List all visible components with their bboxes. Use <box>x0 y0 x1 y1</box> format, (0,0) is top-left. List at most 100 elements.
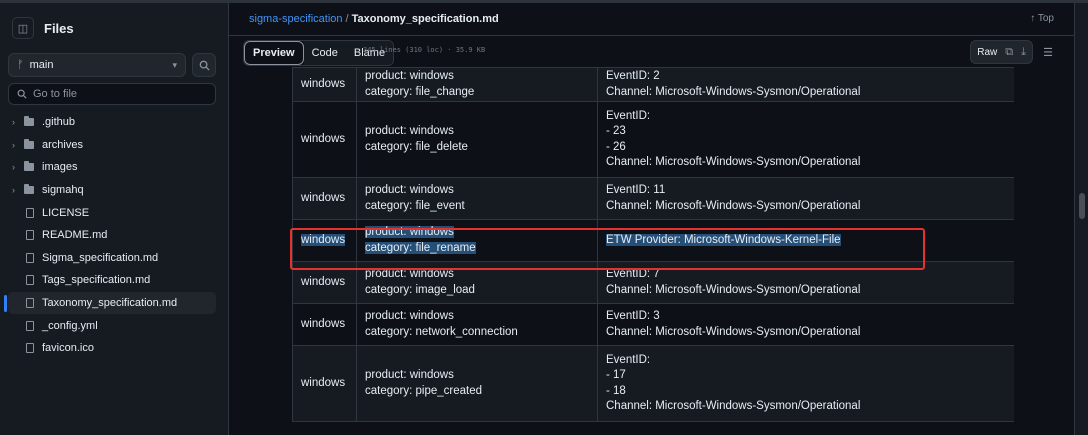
tree-file[interactable]: _config.yml <box>8 314 216 337</box>
product-cell: windows <box>292 345 357 422</box>
event-line: Channel: Microsoft-Windows-Sysmon/Operat… <box>606 156 861 168</box>
tab-preview[interactable]: Preview <box>244 41 304 65</box>
event-cell: EventID: - 17 - 18 Channel: Microsoft-Windo… <box>597 345 1014 422</box>
tree-folder[interactable]: › .github <box>8 111 216 134</box>
product-text: windows <box>301 233 346 246</box>
logsource-line: category: file_change <box>365 85 475 98</box>
event-line: EventID: 3 <box>606 310 660 322</box>
raw-actions-group: Raw ⧉ ⤓ <box>970 40 1033 64</box>
chevron-down-icon: ▾ <box>172 59 177 70</box>
file-icon <box>26 275 34 286</box>
product-cell: windows <box>292 101 357 178</box>
taxonomy-table-container: windows product: windows category: file_ch… <box>292 67 1014 435</box>
event-cell: EventID: - 23 - 26 Channel: Microsoft-Windo… <box>597 101 1014 178</box>
raw-button[interactable]: Raw <box>977 47 997 58</box>
logsource-cell: product: windows category: file_rename <box>356 219 598 262</box>
taxonomy-table: windows product: windows category: file_ch… <box>292 67 1014 422</box>
tree-item-label: Sigma_specification.md <box>42 251 159 264</box>
tree-file[interactable]: Tags_specification.md <box>8 269 216 292</box>
logsource-cell: product: windows category: network_connec… <box>356 303 598 346</box>
tree-item-label: archives <box>42 138 83 151</box>
logsource-cell: product: windows category: pipe_created <box>356 345 598 422</box>
table-row: windows product: windows category: image_l… <box>292 261 1014 304</box>
outline-icon[interactable]: ☰ <box>1037 41 1059 63</box>
event-line: EventID: <box>606 353 651 366</box>
search-button[interactable] <box>192 53 216 77</box>
tree-file[interactable]: README.md <box>8 224 216 247</box>
file-icon <box>26 298 34 309</box>
sidebar-title: Files <box>44 20 74 36</box>
top-link[interactable]: ↑ Top <box>1030 13 1054 24</box>
go-to-file-field[interactable] <box>8 83 216 105</box>
tree-folder[interactable]: › sigmahq <box>8 179 216 202</box>
chevron-right-icon[interactable]: › <box>12 162 24 172</box>
branch-selector[interactable]: ᚠ main ▾ <box>8 53 186 77</box>
download-icon[interactable]: ⤓ <box>1021 46 1026 59</box>
logsource-line: product: windows <box>365 310 454 322</box>
breadcrumb-repo-link[interactable]: sigma-specification <box>249 13 343 25</box>
event-line: EventID: <box>606 109 651 122</box>
scrollbar-thumb[interactable] <box>1079 193 1085 219</box>
file-tree: › .github › archives › images › sigmahq LICENSE R… <box>4 111 216 360</box>
logsource-line: category: file_delete <box>365 140 468 153</box>
tree-folder[interactable]: › archives <box>8 134 216 157</box>
logsource-cell: product: windows category: image_load <box>356 261 598 304</box>
breadcrumb-separator: / <box>345 13 349 25</box>
file-tree-sidebar: ◫ Files ᚠ main ▾ › .github › archives › image… <box>0 3 229 435</box>
tree-item-label: .github <box>42 116 76 129</box>
product-text: windows <box>301 132 346 145</box>
product-text: windows <box>301 376 346 389</box>
copy-icon[interactable]: ⧉ <box>1005 46 1013 59</box>
tree-file[interactable]: LICENSE <box>8 201 216 224</box>
event-line: Channel: Microsoft-Windows-Sysmon/Operat… <box>606 199 861 212</box>
event-cell: EventID: 3 Channel: Microsoft-Windows-Sys… <box>597 303 1014 346</box>
table-row: windows product: windows category: file_ev… <box>292 177 1014 220</box>
tree-file[interactable]: Sigma_specification.md <box>8 247 216 270</box>
folder-icon <box>24 116 34 127</box>
branch-row: ᚠ main ▾ <box>8 53 216 79</box>
logsource-line: product: windows <box>365 268 454 280</box>
tree-item-label: LICENSE <box>42 206 90 219</box>
product-text: windows <box>301 77 346 90</box>
chevron-right-icon[interactable]: › <box>12 185 24 195</box>
product-text: windows <box>301 191 346 204</box>
product-cell: windows <box>292 177 357 220</box>
product-cell: windows <box>292 67 357 102</box>
file-icon <box>26 207 34 218</box>
folder-icon <box>24 161 34 172</box>
folder-icon <box>24 138 34 149</box>
product-cell: windows <box>292 303 357 346</box>
event-cell: EventID: 11 Channel: Microsoft-Windows-Sy… <box>597 177 1014 220</box>
page-scrollbar[interactable] <box>1074 3 1088 435</box>
collapse-sidebar-icon[interactable]: ◫ <box>12 17 34 39</box>
logsource-line: product: windows <box>365 369 454 381</box>
logsource-line: product: windows <box>365 125 454 137</box>
git-branch-icon: ᚠ <box>17 59 24 71</box>
tree-item-label: images <box>42 161 78 174</box>
folder-icon <box>24 184 34 195</box>
logsource-line: product: windows <box>365 184 454 196</box>
file-view: sigma-specification / Taxonomy_specifica… <box>229 3 1074 435</box>
event-line: Channel: Microsoft-Windows-Sysmon/Operat… <box>606 400 861 412</box>
chevron-right-icon[interactable]: › <box>12 117 24 127</box>
logsource-line: category: file_rename <box>365 241 476 254</box>
chevron-right-icon[interactable]: › <box>12 140 24 150</box>
product-cell: windows <box>292 261 357 304</box>
file-icon <box>26 343 34 354</box>
logsource-line: product: windows <box>365 70 454 82</box>
tab-code[interactable]: Code <box>303 41 346 65</box>
tree-file[interactable]: Taxonomy_specification.md <box>4 291 216 315</box>
tree-item-label: _config.yml <box>42 319 98 332</box>
event-line: Channel: Microsoft-Windows-Sysmon/Operat… <box>606 85 861 98</box>
event-line: Channel: Microsoft-Windows-Sysmon/Operat… <box>606 283 861 296</box>
breadcrumb-current-file: Taxonomy_specification.md <box>351 13 499 25</box>
logsource-cell: product: windows category: file_change <box>356 67 598 102</box>
tree-file[interactable]: favicon.ico <box>8 337 216 360</box>
product-text: windows <box>301 317 346 330</box>
tree-folder[interactable]: › images <box>8 156 216 179</box>
branch-name: main <box>29 59 54 71</box>
table-row: windows product: windows category: file_ch… <box>292 67 1014 102</box>
go-to-file-input[interactable] <box>33 88 203 100</box>
file-icon <box>26 320 34 331</box>
event-line: EventID: 7 <box>606 268 660 280</box>
